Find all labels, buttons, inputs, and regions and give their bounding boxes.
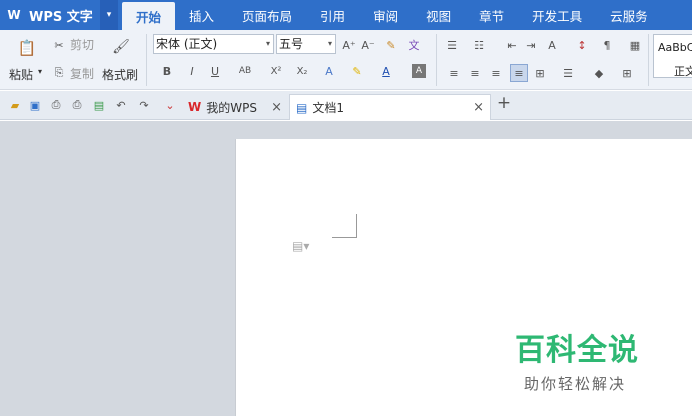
print-preview-icon[interactable]: ▤ [92,98,106,112]
style-gallery[interactable]: AaBbC 正文 [653,34,692,78]
phonetic-guide-icon[interactable]: 文 [407,38,421,52]
tab-review[interactable]: 审阅 [359,0,412,30]
paste-button[interactable]: 粘贴 [9,66,33,83]
doc-tab-label: 文档1 [312,101,344,115]
bold-icon[interactable]: B [160,64,174,78]
border-icon[interactable]: ⊞ [620,66,634,80]
shrink-font-icon[interactable]: A⁻ [361,38,375,52]
table-icon[interactable]: ▦ [628,38,642,52]
bullet-list-icon[interactable]: ☰ [445,38,459,52]
font-name-select[interactable]: 宋体 (正文) ▾ [153,34,274,54]
divider [436,34,437,86]
tab-page-layout[interactable]: 页面布局 [228,0,306,30]
undo-icon[interactable]: ↶ [114,98,128,112]
subscript-icon[interactable]: X₂ [295,64,309,78]
justify-icon[interactable]: ≡ [510,64,528,82]
tab-references[interactable]: 引用 [306,0,359,30]
align-center-icon[interactable]: ≡ [468,66,482,80]
paste-icon[interactable]: 📋 [17,38,37,58]
paste-dropdown-icon[interactable]: ▾ [38,67,42,76]
underline-icon[interactable]: U [208,64,222,78]
tab-home[interactable]: 开始 [122,2,176,30]
app-menu-button[interactable]: W WPS 文字 ▾ [0,0,118,30]
save-icon[interactable]: ▣ [28,98,42,112]
numbered-list-icon[interactable]: ☷ [472,38,486,52]
tab-section[interactable]: 章节 [465,0,518,30]
new-tab-plus-icon[interactable]: + [497,93,511,113]
format-painter-button[interactable]: 格式刷 [102,66,138,83]
font-size-value: 五号 [279,37,304,51]
tab-view[interactable]: 视图 [412,0,465,30]
divider [146,34,147,86]
copy-button[interactable]: 复制 [70,65,94,82]
page-margin-marker [332,214,357,238]
decrease-indent-icon[interactable]: ⇤ [505,38,519,52]
app-name: WPS 文字 [29,9,93,25]
watermark-title: 百科全说 [515,333,639,368]
wps-logo-icon: W [188,100,202,114]
customize-toolbar-icon[interactable]: ⌄ [163,98,177,112]
ribbon-toolbar: 📋 粘贴 ▾ ✂ 剪切 ⎘ 复制 🖌 格式刷 宋体 (正文) ▾ 五号 ▾ A⁺… [0,30,692,90]
cut-button[interactable]: 剪切 [70,36,94,53]
font-color-icon[interactable]: A [379,64,393,78]
style-name: 正文 [674,65,692,78]
shading-icon[interactable]: ◆ [592,66,606,80]
increase-indent-icon[interactable]: ⇥ [524,38,538,52]
print-icon[interactable]: ⎙ [70,98,84,112]
tab-developer[interactable]: 开发工具 [518,0,596,30]
tab-insert[interactable]: 插入 [175,0,228,30]
export-pdf-icon[interactable]: ⎙ [49,98,63,112]
strikethrough-icon[interactable]: AB [238,64,252,78]
divider [648,34,649,86]
doc-tab-document1[interactable]: ▤ 文档1 × [289,94,491,120]
highlight-icon[interactable]: ✎ [350,64,364,78]
text-effect-icon[interactable]: A [322,64,336,78]
close-icon[interactable]: × [271,100,282,115]
char-shading-icon[interactable]: A [412,64,426,78]
watermark-subtitle: 助你轻松解决 [524,375,627,393]
chevron-down-icon: ▾ [265,39,270,48]
chevron-down-icon[interactable]: ▾ [100,0,118,30]
ribbon-tabs: 开始 插入 页面布局 引用 审阅 视图 章节 开发工具 云服务 [122,0,662,30]
align-right-icon[interactable]: ≡ [489,66,503,80]
align-left-icon[interactable]: ≡ [447,66,461,80]
doc-tab-label: 我的WPS [206,100,257,115]
redo-icon[interactable]: ↷ [137,98,151,112]
format-painter-icon[interactable]: 🖌 [112,38,130,56]
style-sample: AaBbC [658,41,692,54]
sort-icon[interactable]: ↕ [575,38,589,52]
title-bar: W WPS 文字 ▾ 开始 插入 页面布局 引用 审阅 视图 章节 开发工具 云… [0,0,692,30]
distributed-icon[interactable]: ⊞ [533,66,547,80]
scissors-icon[interactable]: ✂ [52,38,66,52]
grow-font-icon[interactable]: A⁺ [342,38,356,52]
show-marks-icon[interactable]: ¶ [600,38,614,52]
line-spacing-icon[interactable]: ☰ [561,66,575,80]
wps-logo-icon: W [7,8,21,22]
document-icon: ▤ [296,100,308,115]
tab-cloud[interactable]: 云服务 [596,0,662,30]
chevron-down-icon: ▾ [327,39,332,48]
watermark: 百科全说 助你轻松解决 [515,325,639,394]
font-name-value: 宋体 (正文) [156,37,218,51]
copy-icon[interactable]: ⎘ [52,66,66,80]
doc-tab-my-wps[interactable]: W 我的WPS × [182,94,288,120]
open-folder-icon[interactable]: ▰ [8,98,22,112]
paste-options-icon[interactable]: ▤▾ [292,239,309,253]
clear-format-icon[interactable]: ✎ [384,38,398,52]
italic-icon[interactable]: I [185,64,199,78]
superscript-icon[interactable]: X² [269,64,283,78]
chinese-layout-icon[interactable]: A [545,38,559,52]
close-icon[interactable]: × [473,100,484,115]
quick-access-bar: ▰ ▣ ⎙ ⎙ ▤ ↶ ↷ ⌄ W 我的WPS × ▤ 文档1 × + [0,91,692,120]
font-size-select[interactable]: 五号 ▾ [276,34,336,54]
